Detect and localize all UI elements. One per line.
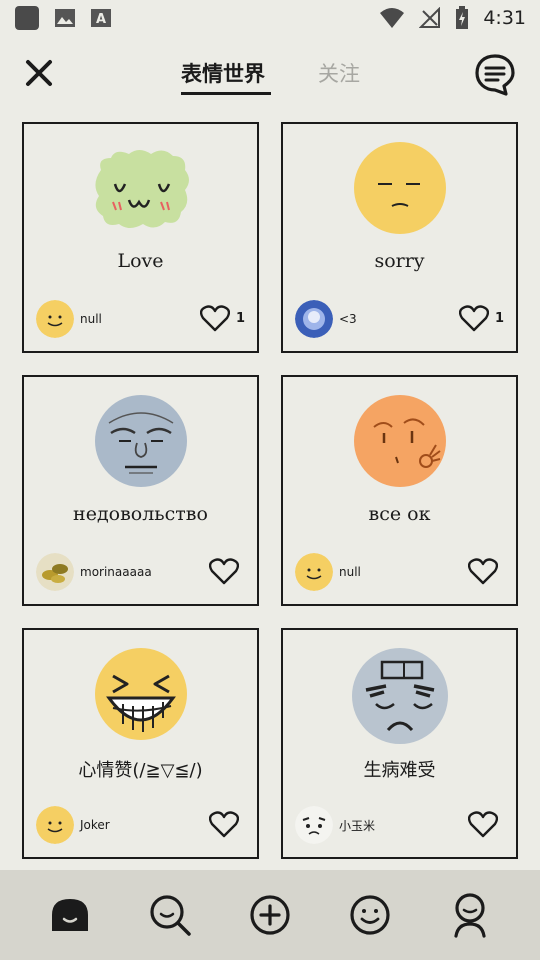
emoji-title: sorry bbox=[374, 250, 425, 272]
gallery-notification-icon bbox=[55, 9, 75, 27]
profile-icon bbox=[454, 893, 486, 938]
status-time: 4:31 bbox=[483, 7, 526, 29]
like-button[interactable] bbox=[468, 557, 504, 585]
author-name: null bbox=[80, 312, 102, 326]
active-tab-indicator bbox=[181, 92, 271, 95]
heart-icon bbox=[458, 305, 489, 332]
like-button[interactable] bbox=[209, 557, 245, 585]
author[interactable]: morinaaaaa bbox=[36, 553, 152, 591]
emoji-title: 生病难受 bbox=[363, 760, 436, 781]
grumpy-old-face-icon bbox=[94, 395, 187, 487]
nav-home[interactable] bbox=[43, 888, 97, 942]
nav-search[interactable] bbox=[143, 888, 197, 942]
emoji-icon bbox=[350, 895, 390, 935]
like-button[interactable]: 1 bbox=[199, 304, 245, 332]
svg-text:A: A bbox=[96, 12, 106, 27]
green-uwu-icon bbox=[94, 150, 189, 228]
like-button[interactable] bbox=[468, 810, 504, 838]
add-icon bbox=[250, 895, 290, 935]
emoji-title: все ок bbox=[368, 503, 431, 525]
yellow-sorry-icon bbox=[353, 142, 446, 234]
author[interactable]: null bbox=[295, 553, 361, 591]
avatar bbox=[36, 553, 74, 591]
avatar bbox=[36, 806, 74, 844]
no-signal-icon bbox=[419, 7, 441, 28]
wifi-icon bbox=[380, 8, 405, 28]
sick-face-icon bbox=[351, 648, 448, 744]
battery-charging-icon bbox=[456, 6, 469, 29]
emoji-card[interactable]: 生病难受 小玉米 bbox=[281, 628, 518, 859]
heart-icon bbox=[209, 811, 239, 838]
avatar bbox=[36, 300, 74, 338]
heart-icon bbox=[468, 558, 498, 585]
emoji-card[interactable]: sorry <3 1 bbox=[281, 122, 518, 353]
orange-ok-icon bbox=[353, 395, 446, 487]
laughing-face-icon bbox=[94, 648, 187, 740]
emoji-title: недовольство bbox=[73, 503, 208, 525]
emoji-card[interactable]: Love null 1 bbox=[22, 122, 259, 353]
app-notification-icon bbox=[15, 6, 39, 30]
heart-icon bbox=[209, 558, 239, 585]
tab-following[interactable]: 关注 bbox=[318, 58, 360, 88]
author[interactable]: Joker bbox=[36, 806, 110, 844]
bottom-nav bbox=[0, 870, 540, 960]
like-count: 1 bbox=[494, 310, 504, 326]
avatar bbox=[295, 300, 333, 338]
author[interactable]: <3 bbox=[295, 300, 357, 338]
like-button[interactable]: 1 bbox=[458, 304, 504, 332]
avatar bbox=[295, 806, 333, 844]
close-icon[interactable] bbox=[22, 56, 56, 90]
author-name: <3 bbox=[339, 312, 357, 326]
author-name: 小玉米 bbox=[339, 818, 376, 833]
heart-icon bbox=[199, 305, 230, 332]
search-icon bbox=[150, 895, 191, 936]
like-count: 1 bbox=[235, 310, 245, 326]
author-name: morinaaaaa bbox=[80, 565, 152, 579]
nav-profile[interactable] bbox=[443, 888, 497, 942]
emoji-card[interactable]: недовольство morinaaaaa bbox=[22, 375, 259, 606]
emoji-card[interactable]: 心情赞(/≧▽≦/) Joker bbox=[22, 628, 259, 859]
heart-icon bbox=[468, 811, 498, 838]
text-notification-icon: A bbox=[91, 9, 111, 27]
status-bar: A 4:31 bbox=[0, 0, 540, 36]
like-button[interactable] bbox=[209, 810, 245, 838]
author-name: Joker bbox=[80, 818, 110, 832]
author-name: null bbox=[339, 565, 361, 579]
emoji-title: 心情赞(/≧▽≦/) bbox=[78, 760, 203, 781]
author[interactable]: null bbox=[36, 300, 102, 338]
top-bar: 表情世界 关注 bbox=[0, 44, 540, 108]
emoji-title: Love bbox=[117, 250, 164, 272]
nav-add[interactable] bbox=[243, 888, 297, 942]
message-icon[interactable] bbox=[472, 52, 518, 98]
author[interactable]: 小玉米 bbox=[295, 806, 375, 844]
tab-emoji-world[interactable]: 表情世界 bbox=[181, 58, 265, 88]
home-icon bbox=[52, 899, 88, 931]
emoji-card[interactable]: все ок null bbox=[281, 375, 518, 606]
avatar bbox=[295, 553, 333, 591]
nav-emoji[interactable] bbox=[343, 888, 397, 942]
